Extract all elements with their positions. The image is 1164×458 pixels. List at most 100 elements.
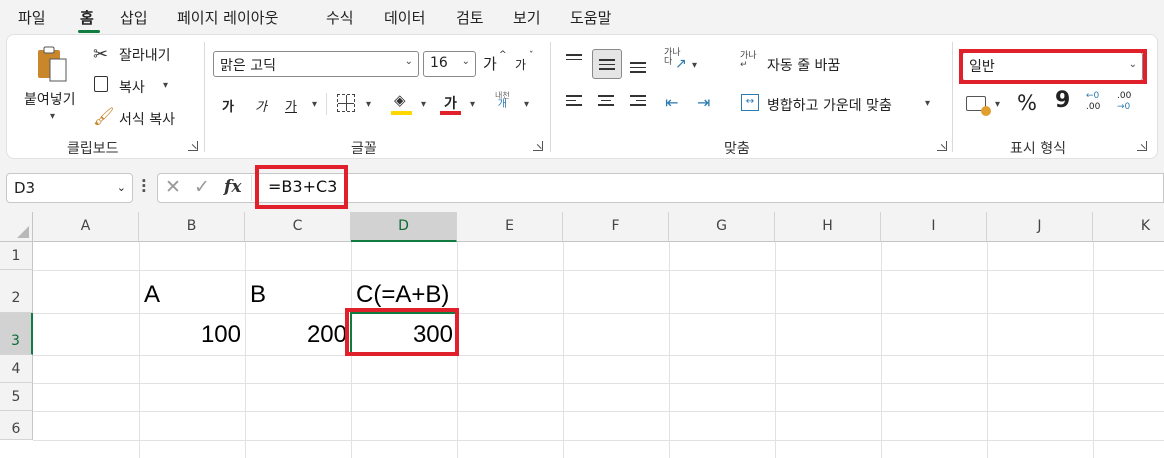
increase-font-arrow-icon: ^	[499, 50, 507, 60]
accounting-dropdown-icon[interactable]: ▾	[995, 99, 1000, 110]
format-painter-button[interactable]: 서식 복사	[119, 109, 175, 129]
gridline	[987, 242, 988, 458]
borders-dropdown-icon[interactable]: ▾	[366, 99, 371, 110]
row-header-6[interactable]: 6	[0, 411, 33, 440]
decrease-indent-icon[interactable]: ⇤	[665, 93, 678, 112]
font-color-button[interactable]: 가	[444, 93, 457, 113]
underline-dropdown-icon[interactable]: ▾	[312, 99, 317, 110]
increase-decimal-top: ←0	[1086, 91, 1100, 101]
tab-data[interactable]: 데이터	[384, 7, 425, 28]
column-header-b[interactable]: B	[139, 212, 245, 242]
bold-button[interactable]: 가	[222, 96, 234, 115]
phonetic-dropdown-icon[interactable]: ▾	[524, 99, 529, 110]
align-right-icon[interactable]	[630, 95, 646, 109]
font-name-select[interactable]: 맑은 고딕 ⌄	[213, 51, 419, 77]
fill-color-icon[interactable]: ◈	[394, 91, 406, 109]
copy-dropdown-icon[interactable]: ▾	[163, 80, 168, 91]
column-header-e[interactable]: E	[457, 212, 563, 242]
column-header-f[interactable]: F	[563, 212, 669, 242]
paste-button[interactable]	[36, 45, 68, 83]
comma-style-button[interactable]: 9	[1055, 88, 1070, 113]
phonetic-guide-button[interactable]: 내천 개	[495, 91, 510, 110]
cancel-icon[interactable]: ✕	[165, 176, 181, 198]
divider	[550, 42, 551, 152]
column-header-g[interactable]: G	[669, 212, 775, 242]
borders-icon[interactable]	[337, 94, 355, 112]
fill-color-swatch	[391, 111, 412, 115]
font-group-label: 글꼴	[351, 141, 377, 157]
decrease-decimal-button[interactable]: .00 →0	[1117, 91, 1131, 113]
orientation-dropdown-icon[interactable]: ▾	[692, 60, 697, 71]
accounting-format-icon[interactable]	[966, 96, 991, 116]
merge-center-icon: ↔	[741, 94, 759, 111]
clipboard-launcher-icon[interactable]	[188, 141, 198, 151]
number-launcher-icon[interactable]	[1137, 141, 1147, 151]
divider	[204, 42, 205, 152]
column-header-a[interactable]: A	[33, 212, 139, 242]
increase-indent-icon[interactable]: ⇥	[697, 93, 710, 112]
tab-page-layout[interactable]: 페이지 레이아웃	[177, 7, 278, 28]
enter-icon[interactable]: ✓	[194, 176, 210, 198]
column-header-c[interactable]: C	[245, 212, 351, 242]
number-group-label: 표시 형식	[1010, 141, 1066, 157]
gridline	[669, 242, 670, 458]
font-color-dropdown-icon[interactable]: ▾	[470, 99, 475, 110]
row-header-2[interactable]: 2	[0, 270, 33, 313]
insert-function-button[interactable]: fx	[224, 177, 241, 197]
row-header-4[interactable]: 4	[0, 355, 33, 383]
fill-color-dropdown-icon[interactable]: ▾	[421, 99, 426, 110]
tab-formulas[interactable]: 수식	[326, 7, 354, 28]
decrease-font-button[interactable]: 가	[515, 56, 526, 73]
column-header-k[interactable]: K	[1093, 212, 1164, 242]
gridline	[775, 242, 776, 458]
align-center-icon[interactable]	[598, 95, 614, 109]
increase-font-button[interactable]: 가	[483, 53, 497, 74]
more-options-icon[interactable]: · · ·	[141, 174, 147, 199]
align-top-icon[interactable]	[566, 54, 582, 63]
column-header-j[interactable]: J	[987, 212, 1093, 242]
font-size-select[interactable]: 16 ⌄	[423, 51, 476, 77]
align-bottom-icon[interactable]	[630, 62, 646, 76]
paste-label[interactable]: 붙여넣기	[24, 89, 76, 109]
select-all-corner[interactable]	[0, 212, 33, 242]
italic-button[interactable]: 가	[255, 96, 267, 115]
copy-button[interactable]: 복사	[119, 77, 145, 97]
alignment-launcher-icon[interactable]	[937, 141, 947, 151]
orientation-arrow-icon: ↗	[675, 56, 687, 72]
column-header-d[interactable]: D	[351, 212, 457, 242]
tab-home[interactable]: 홈	[80, 7, 94, 28]
align-middle-button[interactable]	[592, 49, 622, 79]
cell-b2[interactable]: A	[144, 281, 160, 309]
column-header-h[interactable]: H	[775, 212, 881, 242]
increase-decimal-button[interactable]: ←0.00	[1086, 91, 1100, 113]
row-header-1[interactable]: 1	[0, 242, 33, 270]
clipboard-paste-icon	[38, 46, 67, 82]
font-size-value: 16	[430, 55, 448, 71]
row-header-3[interactable]: 3	[0, 313, 33, 355]
wrap-text-button[interactable]: 자동 줄 바꿈	[767, 55, 840, 75]
column-header-i[interactable]: I	[881, 212, 987, 242]
cell-c2[interactable]: B	[250, 281, 266, 309]
merge-center-button[interactable]: 병합하고 가운데 맞춤	[767, 95, 892, 115]
orientation-label-bottom: 다	[664, 57, 673, 67]
tab-insert[interactable]: 삽입	[120, 7, 148, 28]
percent-style-button[interactable]: %	[1017, 91, 1037, 115]
chevron-down-icon: ⌄	[461, 56, 470, 67]
cell-c3[interactable]: 200	[245, 321, 347, 349]
merge-dropdown-icon[interactable]: ▾	[925, 98, 930, 109]
tab-review[interactable]: 검토	[456, 7, 484, 28]
paste-dropdown-icon[interactable]: ▾	[50, 111, 55, 122]
cell-d2[interactable]: C(=A+B)	[356, 281, 449, 309]
name-box[interactable]: D3 ⌄	[6, 173, 133, 203]
tab-view[interactable]: 보기	[513, 7, 541, 28]
underline-button[interactable]: 가	[285, 96, 297, 115]
row-header-5[interactable]: 5	[0, 383, 33, 411]
align-left-icon[interactable]	[566, 95, 582, 109]
cut-button[interactable]: 잘라내기	[119, 45, 171, 65]
active-tab-indicator	[78, 30, 100, 33]
divider	[326, 93, 327, 115]
font-launcher-icon[interactable]	[533, 141, 543, 151]
tab-file[interactable]: 파일	[18, 7, 46, 28]
tab-help[interactable]: 도움말	[570, 7, 611, 28]
cell-b3[interactable]: 100	[139, 321, 241, 349]
